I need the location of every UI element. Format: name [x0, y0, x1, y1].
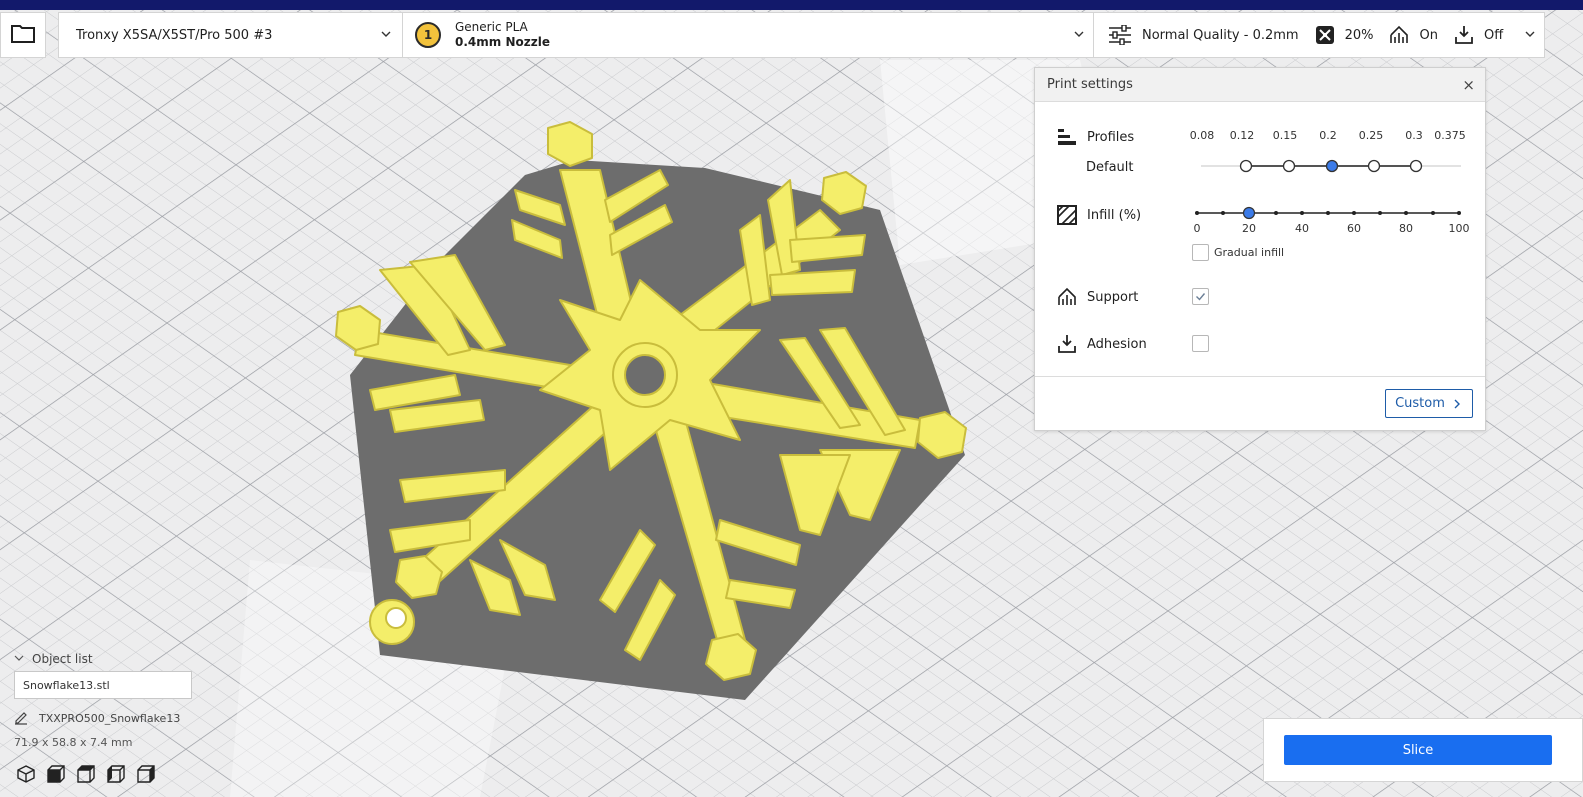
- adhesion-label: Off: [1483, 27, 1504, 43]
- profiles-icon: [1058, 129, 1076, 145]
- slice-button[interactable]: Slice: [1284, 735, 1552, 765]
- infill-summary: 20%: [1315, 25, 1374, 45]
- object-dimensions: 71.9 x 58.8 x 7.4 mm: [14, 736, 133, 749]
- infill-icon: [1057, 205, 1077, 225]
- infill-tick: 0: [1193, 222, 1201, 235]
- support-icon: [1058, 287, 1076, 305]
- support-label: On: [1419, 27, 1438, 43]
- profiles-default: Default: [1086, 160, 1134, 175]
- quality-label: Normal Quality - 0.2mm: [1142, 27, 1299, 43]
- chevron-down-icon: [380, 28, 392, 44]
- infill-row: Infill (%): [1057, 205, 1141, 225]
- view-top-icon[interactable]: [76, 764, 96, 788]
- layer-height-tick: 0.15: [1272, 129, 1298, 142]
- adhesion-label: Adhesion: [1087, 336, 1147, 352]
- slice-panel: Slice: [1263, 718, 1583, 782]
- printer-name: Tronxy X5SA/X5ST/Pro 500 #3: [76, 27, 273, 43]
- header-stripe: [0, 0, 1583, 10]
- view-right-icon[interactable]: [136, 764, 156, 788]
- infill-label: Infill (%): [1087, 207, 1142, 223]
- nozzle-size: 0.4mm Nozzle: [455, 35, 550, 49]
- infill-tick: 20: [1242, 222, 1256, 235]
- adhesion-summary: Off: [1454, 25, 1503, 45]
- support-row: Support: [1057, 287, 1138, 307]
- sliders-icon: [1109, 25, 1131, 45]
- quality-summary: Normal Quality - 0.2mm: [1108, 25, 1299, 45]
- adhesion-checkbox[interactable]: [1192, 335, 1209, 352]
- panel-header: Print settings ×: [1035, 68, 1485, 102]
- layer-height-tick: 0.08: [1189, 129, 1215, 142]
- infill-tick: 40: [1295, 222, 1309, 235]
- view-front-icon[interactable]: [46, 764, 66, 788]
- support-label: Support: [1087, 289, 1139, 305]
- custom-button[interactable]: Custom: [1385, 389, 1473, 418]
- material-name: Generic PLA: [455, 20, 528, 34]
- chevron-down-icon: [1073, 28, 1085, 44]
- camera-view-buttons: [16, 764, 166, 788]
- pencil-icon: [15, 712, 27, 725]
- panel-title: Print settings: [1047, 77, 1133, 92]
- gradual-infill-label: Gradual infill: [1214, 246, 1285, 259]
- object-list-toggle[interactable]: Object list: [14, 652, 93, 666]
- adhesion-icon: [1058, 335, 1076, 353]
- adhesion-icon: [1455, 26, 1473, 44]
- chevron-down-icon: [1524, 28, 1536, 44]
- chevron-right-icon: [1454, 399, 1460, 408]
- infill-tick: 60: [1347, 222, 1361, 235]
- infill-tick: 80: [1399, 222, 1413, 235]
- adhesion-row: Adhesion: [1057, 334, 1147, 354]
- support-checkbox[interactable]: [1192, 288, 1209, 305]
- view-3d-icon[interactable]: [16, 764, 36, 788]
- support-icon: [1390, 25, 1409, 43]
- layer-height-tick: 0.12: [1229, 129, 1255, 142]
- layer-height-slider[interactable]: [1201, 156, 1463, 176]
- job-name: TXXPRO500_Snowflake13: [39, 711, 181, 725]
- infill-slider[interactable]: [1193, 205, 1463, 221]
- layer-height-tick: 0.375: [1434, 129, 1466, 142]
- layer-height-tick: 0.25: [1358, 129, 1384, 142]
- folder-icon: [11, 23, 35, 47]
- printer-selector[interactable]: Tronxy X5SA/X5ST/Pro 500 #3: [58, 12, 403, 58]
- profiles-label: Profiles: [1087, 129, 1135, 145]
- gradual-infill-checkbox[interactable]: [1192, 244, 1209, 261]
- print-settings-selector[interactable]: Normal Quality - 0.2mm 20% On Off: [1093, 12, 1545, 58]
- extruder-badge: 1: [415, 22, 441, 48]
- infill-label: 20%: [1344, 27, 1374, 43]
- chevron-down-icon: [14, 654, 24, 665]
- material-selector[interactable]: 1 Generic PLA 0.4mm Nozzle: [402, 12, 1094, 58]
- job-name-row[interactable]: TXXPRO500_Snowflake13: [14, 711, 180, 725]
- object-list-label: Object list: [32, 652, 93, 666]
- view-left-icon[interactable]: [106, 764, 126, 788]
- open-file-button[interactable]: [0, 12, 46, 58]
- infill-icon: [1315, 26, 1334, 44]
- print-settings-panel: Print settings × Profiles Default 0.08 0…: [1034, 67, 1486, 431]
- custom-button-label: Custom: [1395, 396, 1445, 411]
- support-summary: On: [1389, 25, 1438, 45]
- close-icon[interactable]: ×: [1462, 76, 1475, 94]
- layer-height-tick: 0.3: [1405, 129, 1423, 142]
- object-list-item[interactable]: Snowflake13.stl: [14, 671, 192, 699]
- infill-tick: 100: [1448, 222, 1470, 235]
- layer-height-tick: 0.2: [1319, 129, 1337, 142]
- profiles-row: Profiles: [1057, 127, 1134, 147]
- panel-divider: [1035, 376, 1485, 377]
- checkmark-icon: [1196, 293, 1206, 301]
